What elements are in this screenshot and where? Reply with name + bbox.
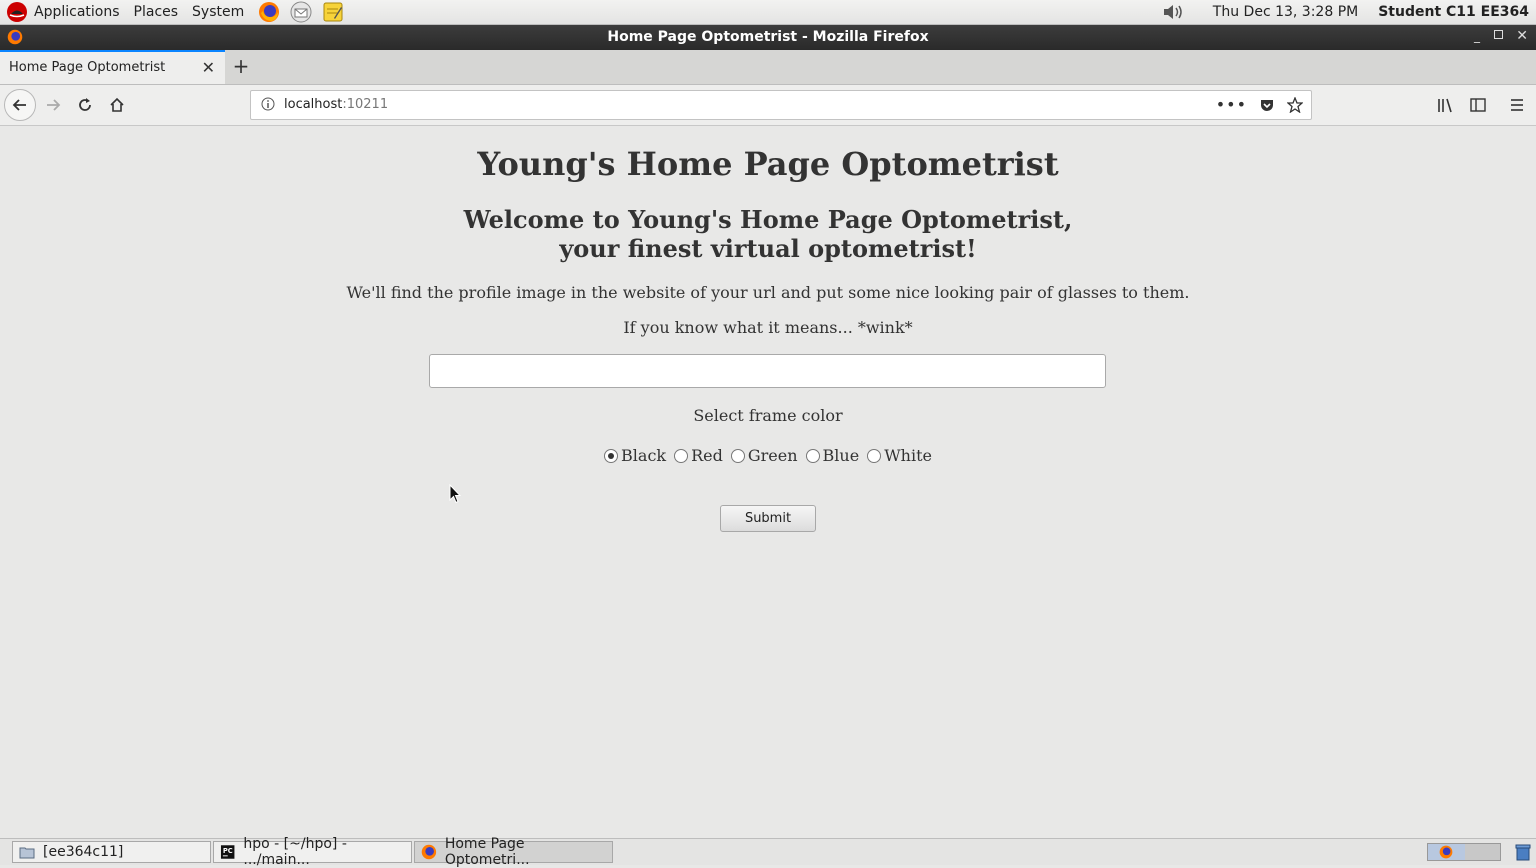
radio-green-circle[interactable] [730,448,745,463]
tab-title: Home Page Optometrist [9,60,166,75]
taskbar-item-label: hpo - [~/hpo] - .../main... [243,836,347,868]
menu-places[interactable]: Places [134,4,179,20]
reload-icon [79,98,91,111]
top-panel: Applications Places System Thu Dec 13, 3… [0,0,1536,25]
workspace-firefox-icon [1439,845,1453,859]
user-menu[interactable]: Student C11 EE364 [1378,4,1529,20]
radio-black[interactable]: Black [604,446,666,465]
back-button[interactable] [4,89,36,121]
window-titlebar[interactable]: Home Page Optometrist - Mozilla Firefox … [0,25,1536,50]
firefox-icon [421,844,437,860]
taskbar-item-label: [ee364c11] [43,844,124,860]
welcome-heading: Welcome to Young's Home Page Optometrist… [0,205,1536,263]
close-window-icon[interactable]: ✕ [1516,28,1528,44]
page-content: Young's Home Page Optometrist Welcome to… [0,126,1536,838]
radio-red-label: Red [691,446,723,465]
radio-black-circle[interactable] [604,448,619,463]
notes-launcher-icon[interactable] [322,1,344,23]
frame-color-radio-group: Black Red Green Blue White [0,446,1536,465]
radio-blue-circle[interactable] [805,448,820,463]
radio-red[interactable]: Red [674,446,723,465]
volume-icon[interactable] [1161,2,1185,22]
firefox-launcher-icon[interactable] [258,1,280,23]
trash-icon[interactable] [1514,843,1532,861]
radio-white-circle[interactable] [867,448,882,463]
url-host: localhost [284,97,343,112]
menu-applications[interactable]: Applications [34,4,120,20]
taskbar-item-file-manager[interactable]: [ee364c11] [12,841,211,863]
reload-button[interactable] [71,91,99,119]
bookmark-star-icon[interactable] [1287,96,1303,113]
welcome-line-2: your finest virtual optometrist! [559,234,977,263]
radio-blue-label: Blue [822,446,860,465]
close-tab-icon[interactable]: ✕ [202,58,215,77]
page-heading: Young's Home Page Optometrist [477,145,1059,183]
nav-toolbar: localhost:10211 ••• [0,85,1536,126]
minimize-icon[interactable]: _ [1474,29,1480,43]
mail-launcher-icon[interactable] [290,1,312,23]
mouse-cursor-icon [449,484,461,504]
url-bar[interactable]: localhost:10211 ••• [250,90,1312,120]
pocket-icon[interactable] [1259,97,1275,113]
maximize-icon[interactable] [1494,30,1503,39]
taskbar-item-pycharm[interactable]: PC hpo - [~/hpo] - .../main... [213,836,412,868]
site-info-icon[interactable] [261,97,275,111]
radio-black-label: Black [621,446,667,465]
workspace-2[interactable] [1464,844,1500,860]
bottom-taskbar: [ee364c11] PC hpo - [~/hpo] - .../main..… [0,836,1536,868]
radio-green[interactable]: Green [730,446,798,465]
frame-color-label: Select frame color [693,406,843,425]
hamburger-menu-icon[interactable] [1509,97,1525,113]
window-title: Home Page Optometrist - Mozilla Firefox [607,29,929,45]
radio-white-label: White [884,446,932,465]
pycharm-icon: PC [220,845,235,859]
radio-white[interactable]: White [867,446,932,465]
url-input[interactable] [429,354,1106,388]
workspace-1[interactable] [1428,844,1465,860]
radio-blue[interactable]: Blue [805,446,860,465]
home-button[interactable] [103,91,131,119]
new-tab-icon[interactable]: + [230,54,252,78]
radio-red-circle[interactable] [674,448,689,463]
taskbar-item-firefox[interactable]: Home Page Optometri... [414,836,613,868]
welcome-line-1: Welcome to Young's Home Page Optometrist… [463,205,1073,234]
forward-arrow-icon [47,99,61,111]
taskbar-item-label: Home Page Optometri... [444,836,530,868]
wink-text: If you know what it means... *wink* [623,318,913,337]
redhat-icon[interactable] [6,1,28,23]
url-text: localhost:10211 [284,97,388,112]
forward-button[interactable] [39,91,67,119]
workspace-switcher[interactable] [1427,843,1501,861]
page-actions-icon[interactable]: ••• [1216,95,1247,114]
folder-icon [19,847,35,859]
tab-home-page-optometrist[interactable]: Home Page Optometrist ✕ [0,50,225,84]
svg-text:PC: PC [223,847,233,855]
menu-system[interactable]: System [192,4,244,20]
sidebar-toggle-icon[interactable] [1470,97,1486,113]
library-icon[interactable] [1437,97,1455,113]
back-arrow-icon [12,99,26,111]
submit-button[interactable]: Submit [720,505,816,532]
description-text: We'll find the profile image in the webs… [346,283,1190,302]
clock[interactable]: Thu Dec 13, 3:28 PM [1213,4,1358,20]
radio-green-label: Green [747,446,798,465]
tab-strip: Home Page Optometrist ✕ + [0,50,1536,85]
url-port: :10211 [342,97,389,112]
home-icon [110,97,124,112]
